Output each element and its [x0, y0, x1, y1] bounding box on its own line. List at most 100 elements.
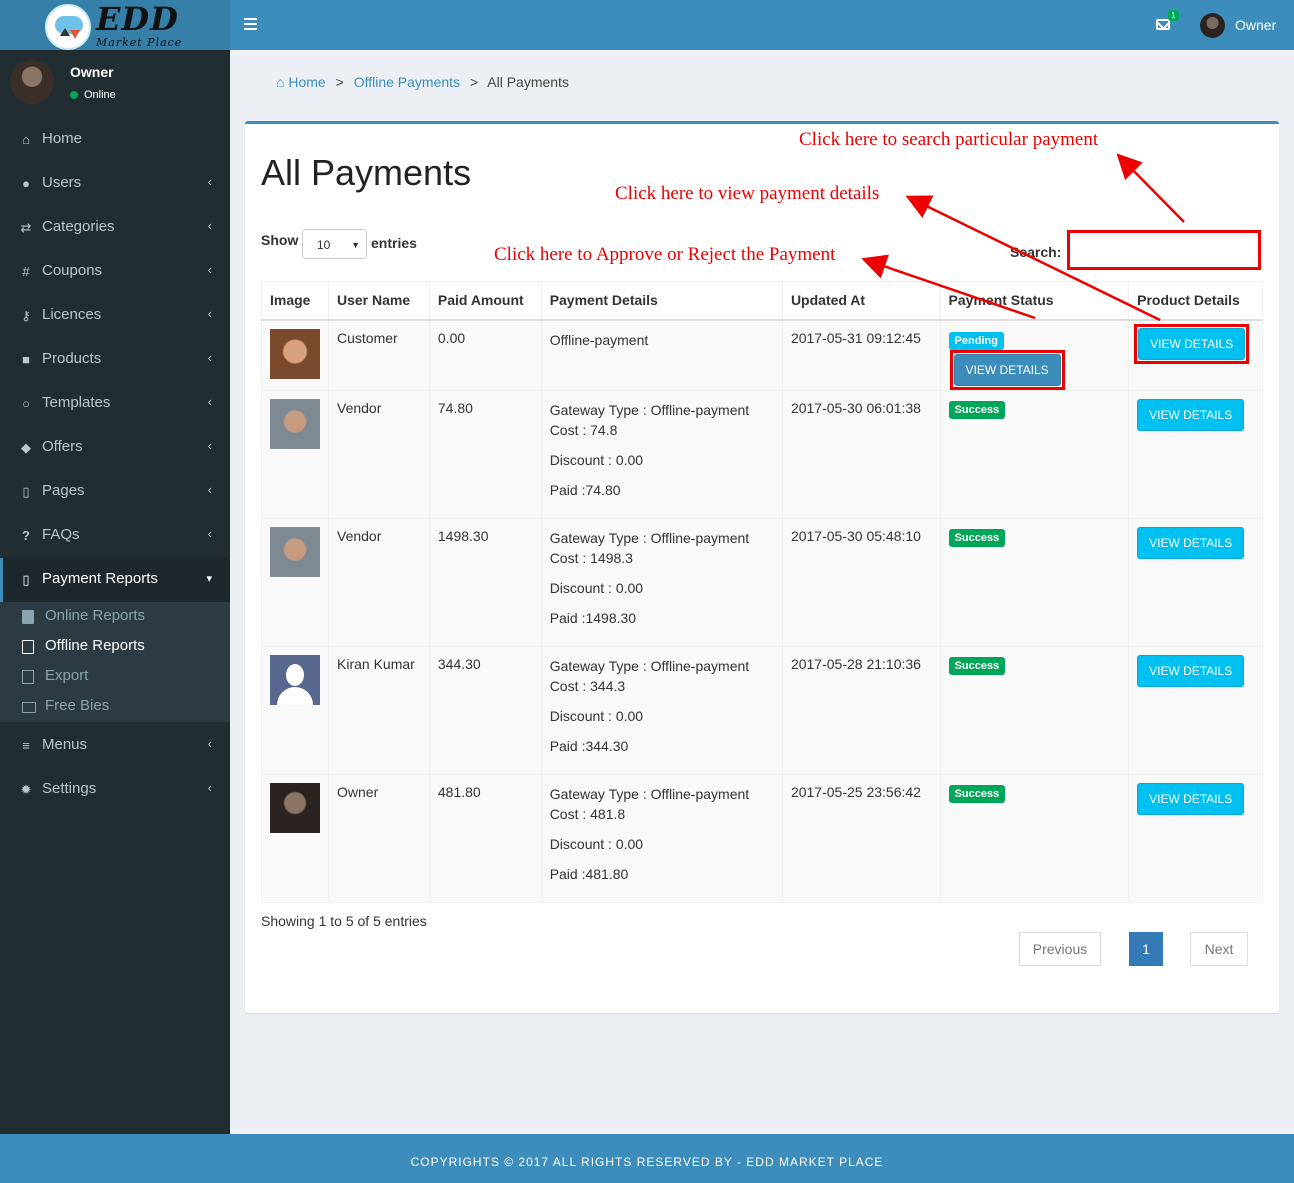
brand-title: EDD: [96, 0, 179, 38]
col-paid-amount[interactable]: Paid Amount: [428, 281, 542, 321]
sidebar-item-pages[interactable]: ▯ Pages ‹: [0, 470, 230, 514]
sidebar-item-categories[interactable]: ⇄ Categories ‹: [0, 206, 230, 250]
sidebar-item-coupons[interactable]: # Coupons ‹: [0, 250, 230, 294]
file-icon: ▯: [22, 572, 30, 587]
col-image[interactable]: Image: [261, 281, 329, 321]
table-row: Vendor 1498.30 Gateway Type : Offline-pa…: [261, 517, 1263, 647]
chevron-left-icon: ‹: [207, 482, 212, 497]
status-badge: Success: [948, 400, 1006, 419]
sidebar-subitem-offline-reports[interactable]: Offline Reports: [0, 632, 230, 662]
gear-icon: ✹: [20, 782, 32, 797]
user-avatar-image: [270, 526, 320, 577]
entries-info: Showing 1 to 5 of 5 entries: [261, 913, 427, 929]
breadcrumb-offline-payments[interactable]: Offline Payments: [354, 74, 460, 90]
breadcrumb: ⌂ Home > Offline Payments > All Payments: [276, 74, 569, 90]
home-icon: ⌂: [276, 74, 285, 90]
chevron-left-icon: ‹: [207, 526, 212, 541]
table-row: Kiran Kumar 344.30 Gateway Type : Offlin…: [261, 645, 1263, 775]
file-icon: [22, 610, 34, 624]
chevron-left-icon: ‹: [207, 262, 212, 277]
bars-icon: ≡: [22, 738, 30, 753]
mail-count-badge: 1: [1168, 10, 1179, 21]
sidebar-subitem-export[interactable]: Export: [0, 662, 230, 692]
status-badge: Pending: [948, 331, 1004, 350]
chevron-left-icon: ‹: [207, 350, 212, 365]
logo-area[interactable]: EDD Market Place: [0, 0, 230, 50]
sidebar-item-settings[interactable]: ✹ Settings ‹: [0, 768, 230, 812]
envelope-icon[interactable]: [1156, 19, 1170, 30]
shuffle-icon: ⇄: [20, 220, 32, 235]
sidebar-subitem-online-reports[interactable]: Online Reports: [0, 602, 230, 632]
annotation-search: Click here to search particular payment: [799, 129, 1099, 150]
status-badge: Success: [948, 656, 1006, 675]
sidebar-item-users[interactable]: ● Users ‹: [0, 162, 230, 206]
user-panel: Owner Online: [0, 50, 230, 118]
col-payment-details[interactable]: Payment Details: [540, 281, 783, 321]
view-details-button[interactable]: VIEW DETAILS: [1137, 398, 1245, 431]
file-icon: ▯: [22, 484, 30, 499]
annotation-approve-reject: Click here to Approve or Reject the Paym…: [494, 244, 836, 265]
key-icon: ⚷: [21, 308, 31, 323]
page-1-button[interactable]: 1: [1129, 932, 1163, 966]
chevron-left-icon: ‹: [207, 174, 212, 189]
sidebar-item-offers[interactable]: ◆ Offers ‹: [0, 426, 230, 470]
sidebar-item-payment-reports[interactable]: ▯ Payment Reports ▾: [0, 558, 230, 602]
online-status: Online: [70, 89, 116, 101]
col-user-name[interactable]: User Name: [328, 281, 430, 321]
sidebar-item-home[interactable]: ⌂ Home: [0, 118, 230, 162]
online-dot-icon: [70, 91, 78, 99]
user-avatar-image: [270, 398, 320, 449]
hashtag-icon: #: [22, 264, 30, 279]
chevron-down-icon: ▾: [206, 573, 212, 585]
user-menu[interactable]: Owner: [1235, 17, 1276, 33]
previous-page-button[interactable]: Previous: [1019, 932, 1101, 966]
page-title: All Payments: [261, 152, 472, 193]
top-navbar: 1 Owner: [230, 0, 1294, 50]
file-text-icon: [22, 670, 34, 684]
home-icon: ⌂: [22, 132, 30, 147]
user-avatar[interactable]: [1200, 13, 1225, 38]
sidebar: Owner Online ⌂ Home ● Users ‹ ⇄ Categori…: [0, 50, 230, 1134]
chevron-left-icon: ‹: [207, 218, 212, 233]
sidebar-item-faqs[interactable]: ? FAQs ‹: [0, 514, 230, 558]
view-details-button[interactable]: VIEW DETAILS: [1137, 526, 1245, 559]
copy-icon: [22, 640, 34, 654]
sidebar-item-products[interactable]: ■ Products ‹: [0, 338, 230, 382]
entries-select[interactable]: 10 ▼: [302, 229, 367, 259]
sidebar-item-templates[interactable]: ○ Templates ‹: [0, 382, 230, 426]
logo-icon: [45, 4, 91, 50]
briefcase-icon: ■: [22, 352, 30, 367]
user-avatar-image: [270, 782, 320, 833]
table-row: Customer 0.00 Offline-payment 2017-05-31…: [261, 319, 1263, 391]
chevron-left-icon: ‹: [207, 306, 212, 321]
payments-table: Image User Name Paid Amount Payment Deta…: [261, 281, 1263, 903]
sidebar-toggle-icon[interactable]: [244, 18, 257, 30]
sidebar-item-menus[interactable]: ≡ Menus ‹: [0, 724, 230, 768]
chevron-left-icon: ‹: [207, 736, 212, 751]
view-details-button[interactable]: VIEW DETAILS: [1137, 654, 1245, 687]
breadcrumb-home[interactable]: ⌂ Home: [276, 74, 326, 90]
col-updated-at[interactable]: Updated At: [781, 281, 941, 321]
sidebar-item-licences[interactable]: ⚷ Licences ‹: [0, 294, 230, 338]
question-icon: ?: [22, 528, 30, 543]
breadcrumb-current: All Payments: [487, 74, 569, 90]
next-page-button[interactable]: Next: [1190, 932, 1248, 966]
col-payment-status[interactable]: Payment Status: [939, 281, 1130, 321]
search-input[interactable]: [1067, 230, 1261, 270]
annotation-view-details: Click here to view payment details: [615, 183, 880, 204]
payment-reports-submenu: Online Reports Offline Reports Export Fr…: [0, 602, 230, 722]
sidebar-subitem-free-bies[interactable]: Free Bies: [0, 692, 230, 722]
caret-down-icon: ▼: [351, 240, 360, 250]
view-details-button[interactable]: VIEW DETAILS: [1138, 327, 1246, 360]
approve-reject-button[interactable]: VIEW DETAILS: [953, 353, 1061, 386]
show-label: Show: [261, 232, 299, 248]
user-avatar-image: [270, 328, 320, 379]
status-badge: Success: [948, 528, 1006, 547]
col-product-details[interactable]: Product Details: [1128, 281, 1263, 321]
view-details-button[interactable]: VIEW DETAILS: [1137, 782, 1245, 815]
default-avatar-image: [270, 654, 320, 705]
chevron-left-icon: ‹: [207, 394, 212, 409]
comment-icon: ○: [22, 396, 30, 411]
sidebar-user-name: Owner: [70, 64, 114, 80]
highlight-frame: VIEW DETAILS: [949, 349, 1065, 390]
